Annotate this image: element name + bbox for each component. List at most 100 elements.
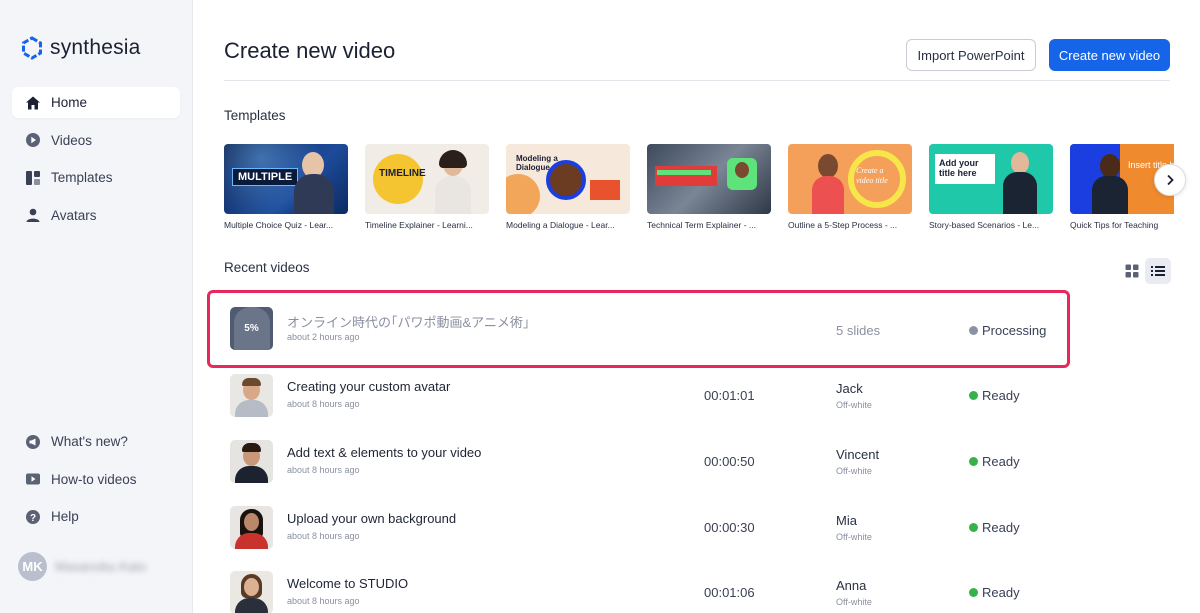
video-duration: 00:01:06	[704, 585, 755, 600]
main-nav: Home Videos Templates Avatars	[12, 87, 180, 237]
status-label: Ready	[982, 520, 1020, 535]
template-thumb-text: TIMELINE	[379, 168, 426, 179]
avatar-name: Jack	[836, 381, 863, 396]
status-badge: Ready	[969, 520, 1020, 535]
video-timestamp: about 8 hours ago	[287, 596, 360, 606]
sidebar-item-how-to-videos[interactable]: How-to videos	[12, 464, 180, 495]
sidebar-item-avatars[interactable]: Avatars	[12, 200, 180, 231]
grid-icon	[1125, 264, 1139, 278]
status-dot	[969, 588, 978, 597]
template-thumbnail: MULTIPLE	[224, 144, 348, 214]
video-row[interactable]: Upload your own background about 8 hours…	[224, 500, 1170, 560]
template-thumb-text: MULTIPLE	[232, 168, 299, 186]
import-powerpoint-button[interactable]: Import PowerPoint	[906, 39, 1036, 71]
video-timestamp: about 8 hours ago	[287, 465, 360, 475]
template-caption: Quick Tips for Teaching	[1070, 220, 1159, 230]
template-thumb-text: Add your title here	[939, 158, 979, 178]
template-caption: Technical Term Explainer - ...	[647, 220, 756, 230]
template-card[interactable]: Technical Term Explainer - ...	[647, 144, 771, 230]
sidebar-item-label: Videos	[51, 132, 93, 148]
status-label: Ready	[982, 454, 1020, 469]
template-caption: Timeline Explainer - Learni...	[365, 220, 473, 230]
user-menu[interactable]: MK Masanobu Kato	[18, 552, 146, 581]
background-name: Off-white	[836, 532, 872, 542]
video-title: Add text & elements to your video	[287, 445, 482, 460]
sidebar-item-home[interactable]: Home	[12, 87, 180, 118]
video-duration: 00:00:30	[704, 520, 755, 535]
sidebar-item-label: Templates	[51, 170, 113, 185]
carousel-next-button[interactable]	[1154, 164, 1186, 196]
sidebar: synthesia Home Videos Templates Avatars	[0, 0, 193, 613]
video-thumbnail	[230, 506, 273, 549]
user-name: Masanobu Kato	[55, 559, 147, 574]
grid-view-button[interactable]	[1119, 258, 1145, 284]
secondary-nav: What's new? How-to videos ? Help	[12, 426, 180, 539]
list-view-button[interactable]	[1145, 258, 1171, 284]
sidebar-item-help[interactable]: ? Help	[12, 501, 180, 532]
template-thumbnail	[647, 144, 771, 214]
status-badge: Ready	[969, 388, 1020, 403]
home-icon	[24, 94, 42, 112]
template-thumbnail: Modeling a Dialogue	[506, 144, 630, 214]
template-card[interactable]: Modeling a Dialogue Modeling a Dialogue …	[506, 144, 630, 230]
status-dot	[969, 391, 978, 400]
avatar-name: Vincent	[836, 447, 880, 462]
brand-name: synthesia	[50, 36, 141, 59]
template-caption: Outline a 5-Step Process - ...	[788, 220, 898, 230]
video-title: Creating your custom avatar	[287, 379, 451, 394]
template-thumbnail: TIMELINE	[365, 144, 489, 214]
status-dot	[969, 523, 978, 532]
create-new-video-button[interactable]: Create new video	[1049, 39, 1170, 71]
avatar-name: Anna	[836, 578, 867, 593]
sidebar-item-videos[interactable]: Videos	[12, 125, 180, 156]
header-divider	[224, 80, 1170, 81]
list-icon	[1151, 266, 1165, 276]
template-card[interactable]: TIMELINE Timeline Explainer - Learni...	[365, 144, 489, 230]
template-card[interactable]: Create a video title Outline a 5-Step Pr…	[788, 144, 912, 230]
sidebar-item-label: Home	[51, 95, 88, 110]
template-card[interactable]: MULTIPLE Multiple Choice Quiz - Lear...	[224, 144, 348, 230]
video-row[interactable]: Add text & elements to your video about …	[224, 434, 1170, 494]
help-icon: ?	[24, 508, 42, 526]
page-title: Create new video	[224, 38, 396, 63]
video-row[interactable]: Creating your custom avatar about 8 hour…	[224, 368, 1170, 428]
chevron-right-icon	[1167, 174, 1174, 186]
recent-videos-heading: Recent videos	[224, 260, 310, 275]
template-caption: Multiple Choice Quiz - Lear...	[224, 220, 334, 230]
user-icon	[24, 206, 42, 224]
templates-carousel: MULTIPLE Multiple Choice Quiz - Lear... …	[224, 144, 1174, 234]
status-label: Ready	[982, 585, 1020, 600]
status-label: Ready	[982, 388, 1020, 403]
video-timestamp: about 8 hours ago	[287, 531, 360, 541]
template-caption: Story-based Scenarios - Le...	[929, 220, 1040, 230]
highlight-frame	[207, 290, 1070, 368]
video-row[interactable]: Welcome to STUDIO about 8 hours ago 00:0…	[224, 565, 1170, 613]
play-circle-icon	[24, 131, 42, 149]
sidebar-item-whats-new[interactable]: What's new?	[12, 426, 180, 457]
sidebar-item-templates[interactable]: Templates	[12, 162, 180, 193]
synthesia-logo[interactable]: synthesia	[20, 36, 141, 60]
megaphone-icon	[24, 433, 42, 451]
background-name: Off-white	[836, 597, 872, 607]
background-name: Off-white	[836, 466, 872, 476]
video-icon	[24, 470, 42, 488]
templates-icon	[24, 169, 42, 187]
sidebar-item-label: Help	[51, 509, 79, 524]
video-timestamp: about 8 hours ago	[287, 399, 360, 409]
video-thumbnail	[230, 571, 273, 613]
video-thumbnail	[230, 440, 273, 483]
video-duration: 00:01:01	[704, 388, 755, 403]
status-dot	[969, 457, 978, 466]
sidebar-item-label: What's new?	[51, 434, 128, 449]
status-badge: Ready	[969, 585, 1020, 600]
video-title: Welcome to STUDIO	[287, 576, 409, 591]
templates-heading: Templates	[224, 108, 286, 123]
video-title: Upload your own background	[287, 511, 457, 526]
template-thumb-text: Create a video title	[856, 166, 888, 185]
template-caption: Modeling a Dialogue - Lear...	[506, 220, 615, 230]
template-thumbnail: Add your title here	[929, 144, 1053, 214]
status-badge: Ready	[969, 454, 1020, 469]
template-thumbnail: Create a video title	[788, 144, 912, 214]
template-card[interactable]: Add your title here Story-based Scenario…	[929, 144, 1053, 230]
avatar: MK	[18, 552, 47, 581]
